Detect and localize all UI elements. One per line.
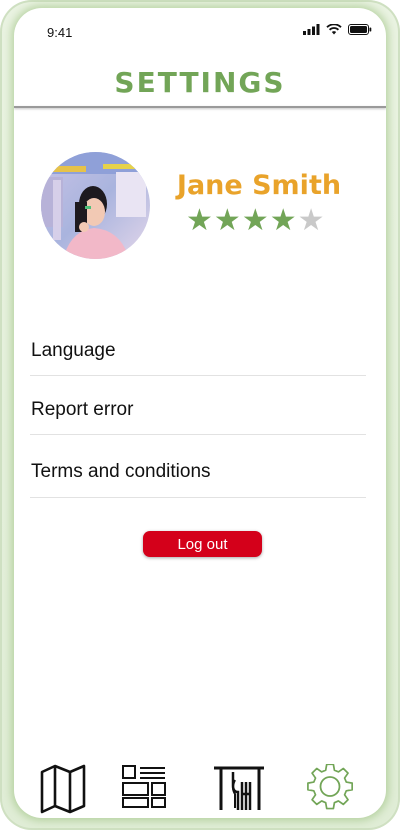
star-filled-icon: ★ — [213, 203, 241, 238]
layout-icon — [122, 765, 166, 808]
phone-frame: 9:41 SETTINGS Jane Smith ★ ★ ★ ★ ★ Langu… — [0, 0, 400, 830]
signal-icon — [303, 24, 320, 35]
nav-map[interactable] — [40, 764, 86, 818]
screen: 9:41 SETTINGS Jane Smith ★ ★ ★ ★ ★ Langu… — [14, 8, 386, 818]
nav-restaurants[interactable] — [213, 764, 265, 817]
profile-name: Jane Smith — [176, 170, 342, 201]
avatar[interactable] — [41, 152, 150, 259]
restaurant-icon — [214, 766, 264, 810]
header-divider — [14, 106, 386, 108]
nav-settings[interactable] — [307, 763, 354, 815]
page-title: SETTINGS — [114, 66, 286, 99]
status-time: 9:41 — [47, 25, 73, 40]
menu-item-terms[interactable]: Terms and conditions — [30, 461, 366, 498]
menu-item-label: Terms and conditions — [31, 461, 211, 482]
star-filled-icon: ★ — [269, 203, 297, 238]
status-icons — [303, 24, 372, 35]
avatar-photo — [41, 152, 150, 259]
menu-item-label: Report error — [31, 399, 134, 420]
menu-item-label: Language — [31, 340, 116, 361]
menu-item-report-error[interactable]: Report error — [30, 399, 366, 435]
map-icon — [40, 764, 86, 814]
logout-button[interactable]: Log out — [143, 531, 262, 557]
star-empty-icon: ★ — [297, 203, 325, 238]
star-filled-icon: ★ — [241, 203, 269, 238]
wifi-icon — [326, 24, 342, 35]
rating-stars: ★ ★ ★ ★ ★ — [186, 206, 325, 236]
gear-icon — [307, 763, 354, 810]
nav-layout[interactable] — [121, 764, 167, 815]
battery-icon — [348, 24, 372, 35]
bottom-nav — [14, 760, 386, 816]
menu-item-language[interactable]: Language — [30, 340, 366, 376]
status-bar: 9:41 — [14, 8, 386, 48]
star-filled-icon: ★ — [186, 203, 213, 238]
